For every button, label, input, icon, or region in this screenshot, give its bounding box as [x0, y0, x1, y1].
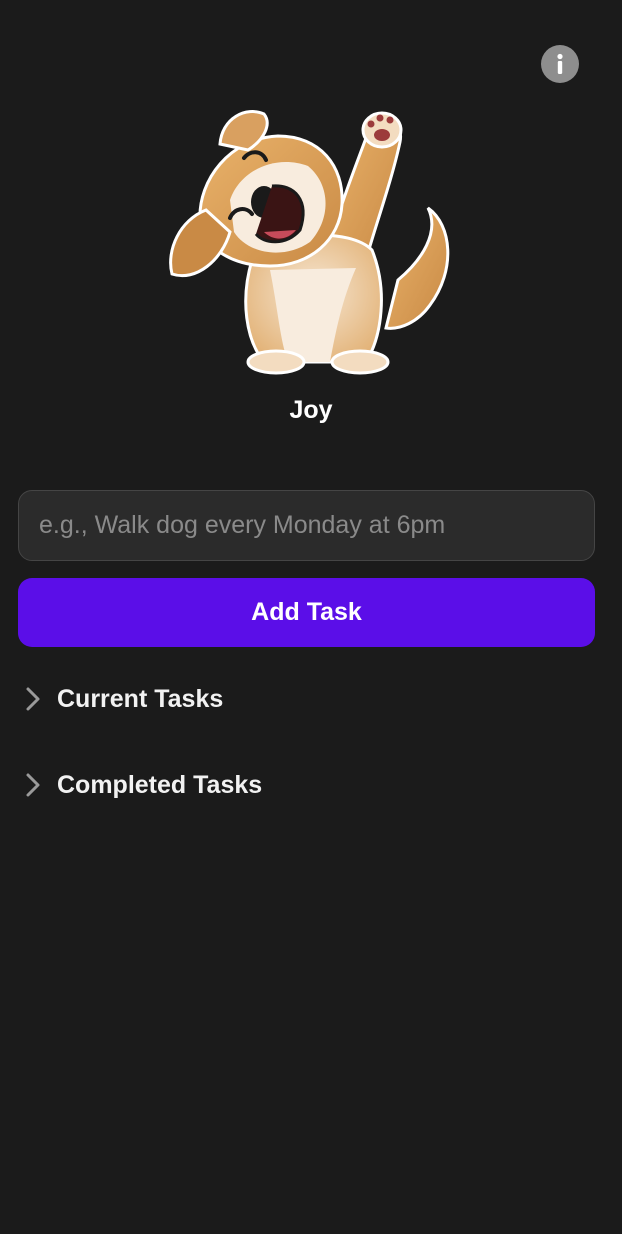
completed-tasks-toggle[interactable]: Completed Tasks: [22, 765, 262, 805]
app-screen: Joy Add Task Current Tasks Completed Tas…: [0, 0, 622, 1234]
completed-tasks-label: Completed Tasks: [57, 770, 263, 799]
mascot-name: Joy: [289, 396, 333, 424]
current-tasks-label: Current Tasks: [57, 684, 224, 713]
add-task-button[interactable]: Add Task: [18, 578, 595, 647]
chevron-right-icon: [22, 771, 44, 799]
info-icon: [541, 45, 579, 83]
task-input[interactable]: [18, 490, 595, 561]
info-button[interactable]: [541, 45, 579, 83]
mascot-image: [160, 100, 456, 380]
current-tasks-toggle[interactable]: Current Tasks: [22, 679, 223, 719]
chevron-right-icon: [22, 685, 44, 713]
